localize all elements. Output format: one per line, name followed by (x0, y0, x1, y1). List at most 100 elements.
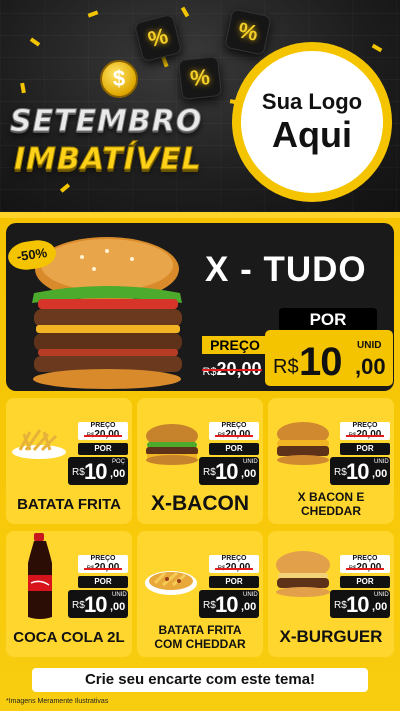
old-price: R$20,00 (209, 563, 259, 574)
product-name: X BACON E CHEDDAR (297, 490, 365, 518)
new-price: R$ 10 UNID ,00 (330, 590, 390, 618)
preco-box: PREÇO R$20,00 (209, 422, 259, 440)
new-price: R$ UNID 10 ,00 (265, 330, 393, 386)
promo-title: SETEMBRO (9, 104, 203, 140)
new-price: R$ 10 UNID ,00 (199, 457, 259, 485)
disclaimer: *Imagens Meramente Ilustrativas (6, 698, 109, 705)
price-decimal: ,00 (355, 354, 386, 379)
confetti (371, 43, 383, 53)
new-price: R$ 10 UNID ,00 (330, 457, 390, 485)
unit-label: UNID (243, 459, 258, 465)
product-name: X-BACON (151, 492, 249, 515)
preco-label: PREÇO (202, 336, 268, 354)
preco-box: PREÇO R$20,00 (78, 422, 128, 440)
price-integer: 10 (346, 592, 370, 617)
product-card: PREÇO R$20,00 POR R$ 10 UNID ,00 X-BURGU… (268, 531, 394, 657)
old-currency: R$ (202, 366, 217, 378)
soda-bottle-image (28, 533, 52, 619)
logo-placeholder: Sua Logo Aqui (232, 42, 392, 202)
product-name: BATATA FRITA COM CHEDDAR (154, 623, 246, 651)
old-price-value: 20,00 (225, 429, 251, 440)
fries-cheddar-image (145, 571, 197, 595)
burger-image (277, 422, 329, 465)
cta-banner: Crie seu encarte com este tema! (32, 668, 368, 692)
unit-label: UNID (374, 592, 389, 598)
confetti (161, 56, 169, 68)
por-label: POR (78, 576, 128, 588)
unit-label: UNID (243, 592, 258, 598)
product-card: PREÇO R$20,00 POR R$ 10 UNID ,00 COCA CO… (6, 531, 132, 657)
preco-box: PREÇO R$20,00 (340, 422, 390, 440)
old-price-value: 20,00 (216, 359, 262, 379)
header-banner: $ % % % SETEMBRO IMBATÍVEL Sua Logo Aqui (0, 0, 400, 212)
old-price-value: 20,00 (94, 562, 120, 573)
preco-box: PREÇO R$20,00 (209, 555, 259, 573)
old-price: R$20,00 (340, 430, 390, 441)
new-price: R$ 10 POÇ ,00 (68, 457, 128, 485)
product-card: PREÇO R$20,00 POR R$ 10 POÇ ,00 BATATA F… (6, 398, 132, 524)
logo-text-line1: Sua Logo (261, 89, 363, 114)
percent-icon: % (224, 8, 272, 56)
price-integer: 10 (84, 592, 108, 617)
price-decimal: ,00 (372, 601, 388, 613)
product-name: X-BURGUER (279, 627, 383, 646)
por-label: POR (279, 308, 377, 332)
preco-box: PREÇO R$20,00 (78, 555, 128, 573)
percent-icon: % (133, 13, 183, 63)
por-label: POR (209, 443, 259, 455)
por-label: POR (78, 443, 128, 455)
flyer: $ % % % SETEMBRO IMBATÍVEL Sua Logo Aqui (0, 0, 400, 711)
currency: R$ (72, 467, 85, 478)
unit-label: UNID (357, 340, 382, 351)
confetti (29, 37, 41, 47)
logo-text-line2: Aqui (272, 114, 352, 155)
currency: R$ (203, 467, 216, 478)
percent-icon: % (178, 56, 222, 100)
currency: R$ (203, 600, 216, 611)
confetti (87, 10, 99, 18)
confetti (59, 183, 71, 193)
fries-image (12, 429, 66, 459)
burger-image (276, 551, 330, 597)
new-price: R$ 10 UNID ,00 (199, 590, 259, 618)
price-decimal: ,00 (110, 601, 126, 613)
product-card: PREÇO R$20,00 POR R$ 10 UNID ,00 X-BACON (137, 398, 263, 524)
confetti (180, 6, 190, 18)
divider (0, 212, 400, 218)
promo-subtitle: IMBATÍVEL (14, 142, 202, 178)
price-integer: 10 (346, 459, 370, 484)
price-decimal: ,00 (241, 601, 257, 613)
confetti (20, 82, 26, 94)
old-price: R$20,00 (340, 563, 390, 574)
product-name: BATATA FRITA (17, 496, 121, 513)
currency: R$ (334, 600, 347, 611)
price-decimal: ,00 (372, 468, 388, 480)
currency: R$ (334, 467, 347, 478)
price-integer: 10 (215, 459, 239, 484)
old-price: R$20,00 (200, 359, 264, 379)
price-decimal: ,00 (241, 468, 257, 480)
burger-image (146, 424, 198, 465)
unit-label: POÇ (112, 459, 126, 465)
old-price-value: 20,00 (356, 562, 382, 573)
new-price: R$ 10 UNID ,00 (68, 590, 128, 618)
old-price: R$20,00 (78, 430, 128, 441)
currency: R$ (72, 600, 85, 611)
price-integer: 10 (299, 340, 342, 384)
product-card: PREÇO R$20,00 POR R$ 10 UNID ,00 X BACON… (268, 398, 394, 524)
price-decimal: ,00 (110, 468, 126, 480)
product-name: COCA COLA 2L (13, 629, 125, 646)
unit-label: UNID (112, 592, 127, 598)
product-card: PREÇO R$20,00 POR R$ 10 UNID ,00 BATATA … (137, 531, 263, 657)
por-label: POR (340, 576, 390, 588)
currency: R$ (273, 356, 299, 378)
old-price-value: 20,00 (356, 429, 382, 440)
price-integer: 10 (215, 592, 239, 617)
old-price: R$20,00 (209, 430, 259, 441)
preco-box: PREÇO R$20,00 (340, 555, 390, 573)
featured-product-name: X - TUDO (205, 250, 367, 289)
old-price-value: 20,00 (225, 562, 251, 573)
price-integer: 10 (84, 459, 108, 484)
dollar-coin-icon: $ (100, 60, 138, 98)
por-label: POR (209, 576, 259, 588)
